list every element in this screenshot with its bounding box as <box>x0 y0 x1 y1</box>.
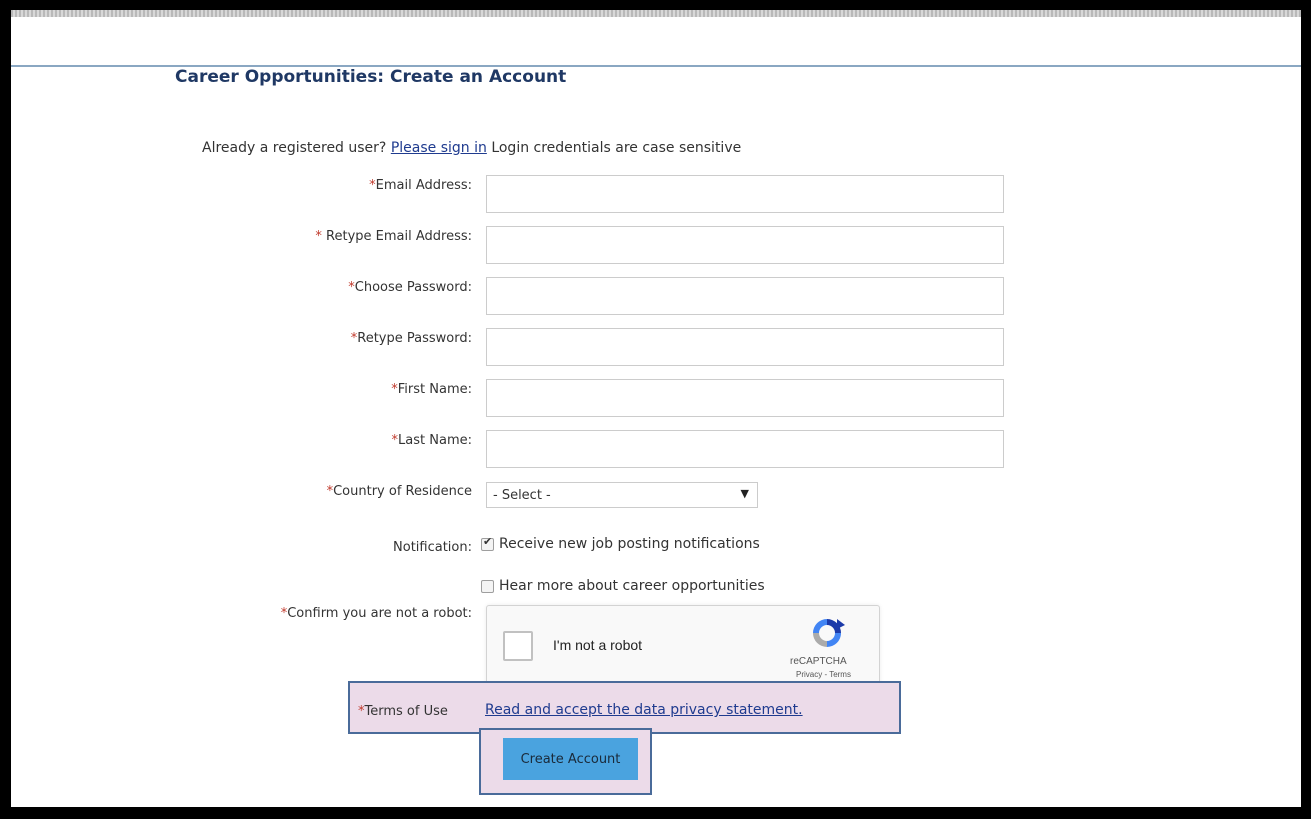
top-strip <box>11 10 1301 17</box>
country-select[interactable]: - Select - ▼ <box>486 482 758 508</box>
first-name-field[interactable] <box>486 379 1004 417</box>
recaptcha-label: I'm not a robot <box>553 637 643 653</box>
page-title: Career Opportunities: Create an Account <box>175 67 567 87</box>
career-opportunities-checkbox[interactable] <box>481 579 494 593</box>
checkmark-icon: ✔ <box>483 534 493 548</box>
terms-label: *Terms of Use <box>358 704 448 719</box>
recaptcha-widget: I'm not a robot reCAPTCHA Privacy - Term… <box>486 605 880 688</box>
first-name-label: *First Name: <box>391 382 472 397</box>
last-name-field[interactable] <box>486 430 1004 468</box>
last-name-label: *Last Name: <box>391 433 472 448</box>
career-opportunities-label: Hear more about career opportunities <box>499 578 765 594</box>
signin-prefix: Already a registered user? <box>202 140 387 156</box>
signin-suffix: Login credentials are case sensitive <box>491 140 742 156</box>
recaptcha-checkbox[interactable] <box>503 631 533 661</box>
retype-email-field[interactable] <box>486 226 1004 264</box>
recaptcha-brand: reCAPTCHA <box>790 656 847 667</box>
password-label: *Choose Password: <box>348 280 472 295</box>
chevron-down-icon: ▼ <box>740 487 749 500</box>
robot-label: *Confirm you are not a robot: <box>280 606 472 621</box>
password-field[interactable] <box>486 277 1004 315</box>
notification-option-career-opportunities[interactable]: Hear more about career opportunities <box>481 578 765 594</box>
email-field[interactable] <box>486 175 1004 213</box>
email-label: *Email Address: <box>369 178 472 193</box>
recaptcha-privacy-terms-links[interactable]: Privacy - Terms <box>796 670 851 679</box>
country-label: *Country of Residence <box>326 484 472 499</box>
retype-password-field[interactable] <box>486 328 1004 366</box>
sign-in-link[interactable]: Please sign in <box>391 140 487 156</box>
retype-password-label: *Retype Password: <box>350 331 472 346</box>
job-postings-checkbox[interactable]: ✔ <box>481 534 494 551</box>
notification-option-job-postings[interactable]: ✔ Receive new job posting notifications <box>481 536 760 552</box>
job-postings-label: Receive new job posting notifications <box>499 536 760 552</box>
notification-label: Notification: <box>393 540 472 555</box>
recaptcha-logo-icon <box>813 619 845 647</box>
signin-prompt: Already a registered user? Please sign i… <box>202 140 741 156</box>
country-selected-value: - Select - <box>493 488 551 503</box>
retype-email-label: * Retype Email Address: <box>315 229 472 244</box>
page-container: Career Opportunities: Create an Account … <box>11 10 1301 807</box>
create-account-button[interactable]: Create Account <box>503 738 638 780</box>
data-privacy-link[interactable]: Read and accept the data privacy stateme… <box>485 702 803 718</box>
